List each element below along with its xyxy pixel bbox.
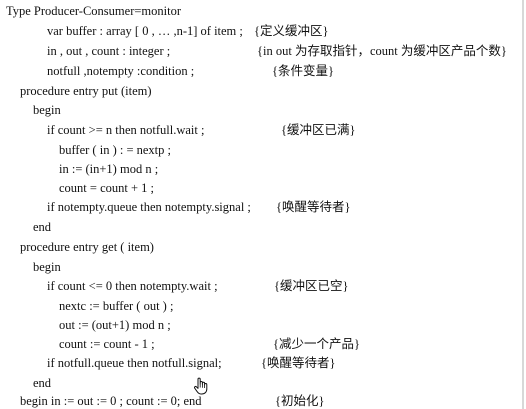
put-count-increment: count = count + 1 ; (59, 178, 154, 198)
get-out-assign: out := (out+1) mod n ; (59, 315, 171, 335)
init-line: begin in := out := 0 ; count := 0; end {… (20, 391, 500, 409)
put-begin-text: begin (33, 103, 61, 117)
get-begin-text: begin (33, 260, 61, 274)
put-begin: begin (33, 100, 61, 120)
type-declaration: Type Producer-Consumer=monitor (6, 4, 181, 18)
put-count-increment-text: count = count + 1 ; (59, 181, 154, 195)
monitor-code-page: Type Producer-Consumer=monitor var buffe… (0, 0, 526, 409)
put-signal-line: if notempty.queue then notempty.signal ;… (47, 197, 507, 217)
put-end: end (33, 217, 51, 237)
conditions-declaration-line: notfull ,notempty :condition ; {条件变量} (47, 61, 517, 81)
get-procedure-header: procedure entry get ( item) (20, 237, 154, 257)
put-signal-code: if notempty.queue then notempty.signal ; (47, 200, 251, 214)
get-if-empty-comment: {缓冲区已空} (274, 279, 349, 293)
put-end-text: end (33, 220, 52, 234)
buffer-declaration-line: var buffer : array [ 0 , … ,n-1] of item… (47, 21, 517, 41)
hand-cursor-icon (194, 377, 208, 395)
get-count-decrement-comment: {减少一个产品} (273, 337, 360, 351)
get-count-decrement-code: count := count - 1 ; (59, 337, 155, 351)
put-buffer-assign-text: buffer ( in ) : = nextp ; (59, 143, 171, 157)
get-if-empty-code: if count <= 0 then notempty.wait ; (47, 279, 218, 293)
init-code: begin in := out := 0 ; count := 0; end (20, 394, 202, 408)
put-if-full-code: if count >= n then notfull.wait ; (47, 123, 205, 137)
put-procedure-header-text: procedure entry put (item) (20, 84, 152, 98)
conditions-declaration-comment: {条件变量} (272, 64, 334, 78)
put-signal-comment: {唤醒等待者} (276, 200, 351, 214)
counters-declaration-comment: {in out 为存取指针，count 为缓冲区产品个数} (257, 44, 507, 58)
put-in-assign: in := (in+1) mod n ; (59, 159, 158, 179)
get-count-decrement-line: count := count - 1 ; {减少一个产品} (59, 334, 509, 354)
put-buffer-assign: buffer ( in ) : = nextp ; (59, 140, 171, 160)
counters-declaration-line: in , out , count : integer ; {in out 为存取… (47, 41, 522, 61)
counters-declaration-code: in , out , count : integer ; (47, 44, 171, 58)
put-procedure-header: procedure entry put (item) (20, 81, 152, 101)
get-if-empty-line: if count <= 0 then notempty.wait ; {缓冲区已… (47, 276, 507, 296)
get-nextc-assign-text: nextc := buffer ( out ) ; (59, 299, 174, 313)
put-if-full-line: if count >= n then notfull.wait ; {缓冲区已满… (47, 120, 507, 140)
conditions-declaration-code: notfull ,notempty :condition ; (47, 64, 195, 78)
get-end-text: end (33, 376, 52, 390)
get-procedure-header-text: procedure entry get ( item) (20, 240, 154, 254)
get-nextc-assign: nextc := buffer ( out ) ; (59, 296, 173, 316)
init-comment: {初始化} (275, 394, 325, 408)
get-end: end (33, 373, 51, 393)
buffer-declaration-comment: {定义缓冲区} (254, 24, 329, 38)
put-in-assign-text: in := (in+1) mod n ; (59, 162, 159, 176)
get-begin: begin (33, 257, 61, 277)
get-out-assign-text: out := (out+1) mod n ; (59, 318, 171, 332)
page-edge-divider (522, 0, 524, 409)
type-declaration-line: Type Producer-Consumer=monitor (6, 1, 181, 21)
buffer-declaration-code: var buffer : array [ 0 , … ,n-1] of item… (47, 24, 243, 38)
get-signal-code: if notfull.queue then notfull.signal; (47, 356, 222, 370)
get-signal-line: if notfull.queue then notfull.signal; {唤… (47, 353, 507, 373)
get-signal-comment: {唤醒等待者} (261, 356, 336, 370)
put-if-full-comment: {缓冲区已满} (281, 123, 356, 137)
